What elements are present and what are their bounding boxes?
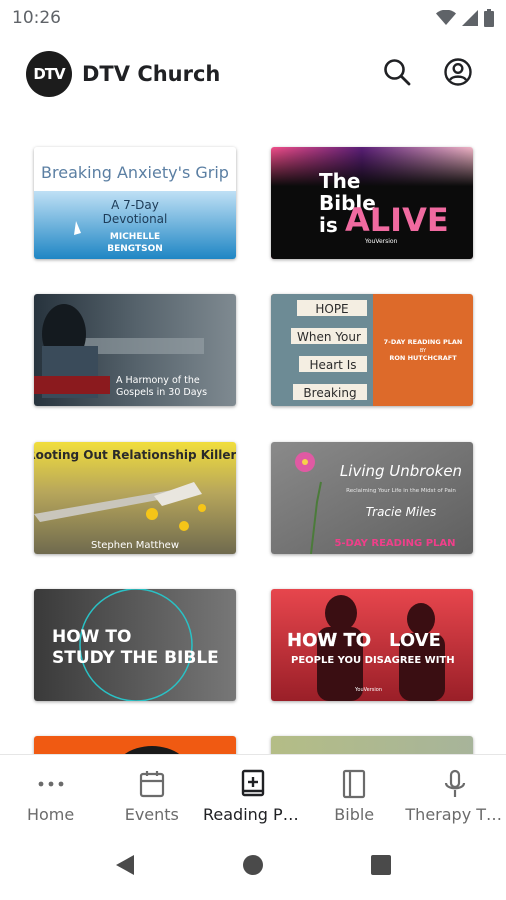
logo-text: DTV xyxy=(33,65,65,83)
app-header: DTV DTV Church xyxy=(0,36,506,112)
plan-8-line-2: PEOPLE YOU DISAGREE WITH xyxy=(291,655,455,666)
status-time: 10:26 xyxy=(12,8,61,28)
plan-2-brand: YouVersion xyxy=(364,238,398,245)
nav-home-label: Home xyxy=(26,805,75,824)
plan-4-word-4: Breaking xyxy=(303,386,356,400)
nav-therapy[interactable]: Therapy Th… xyxy=(405,755,506,835)
plan-1-title: Breaking Anxiety's Grip xyxy=(41,163,229,182)
plan-4-author: RON HUTCHCRAFT xyxy=(389,354,457,362)
plan-8-brand: YouVersion xyxy=(354,687,382,693)
plan-1-subtitle-2: Devotional xyxy=(103,212,168,226)
plan-4-label: 7-DAY READING PLAN xyxy=(384,338,463,346)
plan-card-harmony-of-gospels[interactable]: A Harmony of the Gospels in 30 Days xyxy=(34,294,236,406)
plan-5-title: Rooting Out Relationship Killers xyxy=(34,448,236,462)
plan-card-how-to-love[interactable]: HOW TO LOVE PEOPLE YOU DISAGREE WITH You… xyxy=(271,589,473,701)
reading-plans-grid: Breaking Anxiety's Grip A 7-Day Devotion… xyxy=(0,112,506,754)
nav-bible[interactable]: Bible xyxy=(304,755,405,835)
microphone-icon xyxy=(443,769,467,799)
nav-bible-label: Bible xyxy=(334,805,375,824)
back-button[interactable] xyxy=(109,851,141,883)
plan-card-hope-heart-breaking[interactable]: HOPE When Your Heart Is Breaking 7-DAY R… xyxy=(271,294,473,406)
app-title: DTV Church xyxy=(82,62,221,86)
plan-2-line-1: The xyxy=(319,169,360,193)
status-bar: 10:26 xyxy=(0,0,506,36)
plan-6-label: 5-DAY READING PLAN xyxy=(334,538,455,549)
church-logo: DTV xyxy=(26,51,72,97)
plan-card-living-unbroken[interactable]: Living Unbroken Reclaiming Your Life in … xyxy=(271,442,473,554)
status-icons xyxy=(436,9,494,32)
plan-1-subtitle-1: A 7-Day xyxy=(111,198,159,212)
back-icon xyxy=(114,853,136,882)
plan-6-title: Living Unbroken xyxy=(340,462,462,480)
plan-2-line-3: is xyxy=(319,213,338,237)
plan-card-partial-left[interactable] xyxy=(34,736,236,754)
cell-signal-icon xyxy=(462,10,478,31)
nav-events[interactable]: Events xyxy=(101,755,202,835)
reading-plan-icon xyxy=(240,769,266,799)
search-button[interactable] xyxy=(381,58,413,90)
plan-5-author: Stephen Matthew xyxy=(91,540,179,551)
recents-icon xyxy=(370,854,392,881)
plan-card-breaking-anxiety[interactable]: Breaking Anxiety's Grip A 7-Day Devotion… xyxy=(34,147,236,259)
plan-2-highlight: ALIVE xyxy=(345,201,449,239)
system-navigation xyxy=(0,834,506,900)
account-icon xyxy=(443,57,473,92)
account-button[interactable] xyxy=(442,57,474,92)
calendar-icon xyxy=(139,769,165,799)
plan-7-line-1: HOW TO xyxy=(52,627,131,647)
bible-icon xyxy=(341,769,367,799)
plan-3-title-1: A Harmony of the xyxy=(116,375,200,386)
plan-7-line-2: STUDY THE BIBLE xyxy=(52,648,219,668)
wifi-icon xyxy=(436,9,456,31)
plan-4-word-2: When Your xyxy=(297,330,361,344)
plan-1-author-2: BENGTSON xyxy=(107,244,163,254)
nav-home[interactable]: Home xyxy=(0,755,101,835)
plan-1-author-1: MICHELLE xyxy=(110,232,160,242)
nav-events-label: Events xyxy=(124,805,179,824)
plan-3-title-2: Gospels in 30 Days xyxy=(116,387,207,398)
more-horizontal-icon xyxy=(36,769,66,799)
plan-card-partial-right[interactable] xyxy=(271,736,473,754)
plan-8-line-1a: HOW TO xyxy=(287,630,371,651)
plan-8-line-1b: LOVE xyxy=(389,630,441,651)
recents-button[interactable] xyxy=(365,851,397,883)
home-circle-icon xyxy=(241,853,265,882)
plan-card-how-to-study-the-bible[interactable]: HOW TO STUDY THE BIBLE xyxy=(34,589,236,701)
nav-reading-plans[interactable]: Reading Pla… xyxy=(202,755,303,835)
plan-4-word-3: Heart Is xyxy=(309,358,356,372)
nav-reading-plans-label: Reading Pla… xyxy=(203,805,303,824)
bottom-navigation: Home Events Reading Pla… Bible Therapy T… xyxy=(0,754,506,835)
home-button[interactable] xyxy=(237,851,269,883)
battery-icon xyxy=(484,9,494,32)
plan-4-word-1: HOPE xyxy=(315,302,348,316)
search-icon xyxy=(382,57,412,92)
plan-6-subtitle: Reclaiming Your Life in the Midst of Pai… xyxy=(346,488,456,494)
plan-card-rooting-out-relationship-killers[interactable]: Rooting Out Relationship Killers Stephen… xyxy=(34,442,236,554)
nav-therapy-label: Therapy Th… xyxy=(405,805,506,824)
plan-6-author: Tracie Miles xyxy=(366,505,436,519)
plan-card-bible-is-alive[interactable]: The Bible is ALIVE YouVersion xyxy=(271,147,473,259)
